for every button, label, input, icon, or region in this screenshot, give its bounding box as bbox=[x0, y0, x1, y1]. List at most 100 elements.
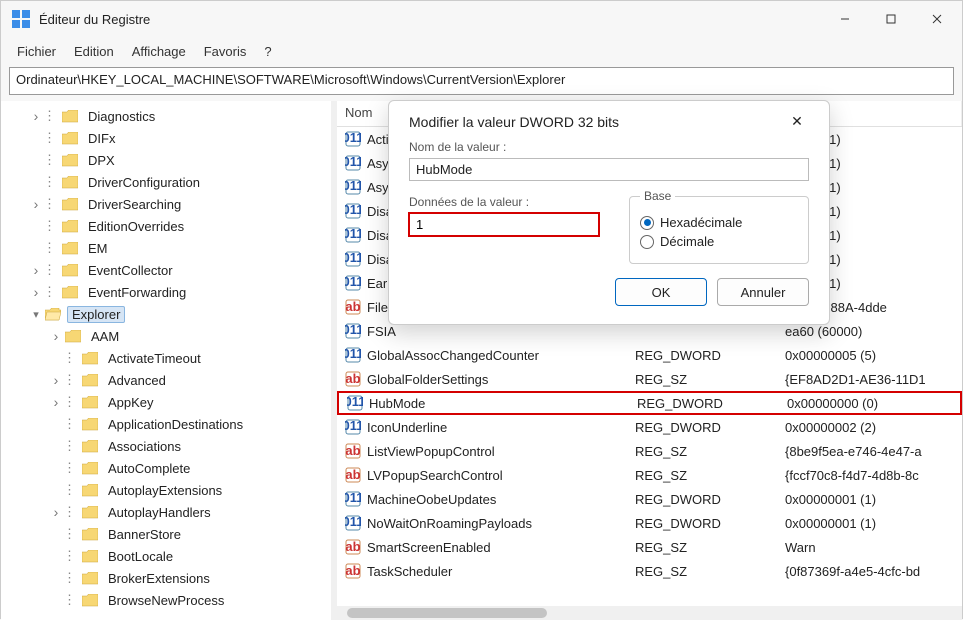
tree-item[interactable]: ⋮BannerStore bbox=[1, 523, 328, 545]
chevron-icon[interactable] bbox=[49, 394, 63, 410]
tree-item[interactable]: ⋮Associations bbox=[1, 435, 328, 457]
tree-connector-icon: ⋮ bbox=[63, 548, 76, 564]
svg-text:011: 011 bbox=[345, 275, 361, 289]
tree-connector-icon: ⋮ bbox=[43, 196, 56, 212]
tree-item[interactable]: ⋮ActivateTimeout bbox=[1, 347, 328, 369]
menu-view[interactable]: Affichage bbox=[132, 44, 186, 59]
cell-name: abGlobalFolderSettings bbox=[337, 369, 627, 389]
tree-item[interactable]: ⋮BrokerExtensions bbox=[1, 567, 328, 589]
list-row[interactable]: abListViewPopupControlREG_SZ{8be9f5ea-e7… bbox=[337, 439, 962, 463]
svg-text:ab: ab bbox=[345, 443, 360, 458]
tree-item[interactable]: ⋮EM bbox=[1, 237, 328, 259]
base-fieldset: Base Hexadécimale Décimale bbox=[629, 189, 809, 264]
value-data-input[interactable] bbox=[409, 213, 599, 236]
tree-connector-icon: ⋮ bbox=[43, 284, 56, 300]
tree-item[interactable]: ⋮AppKey bbox=[1, 391, 328, 413]
dialog-close-button[interactable]: ✕ bbox=[785, 113, 809, 130]
tree-item[interactable]: ⋮DIFx bbox=[1, 127, 328, 149]
tree-item-label: AutoComplete bbox=[104, 461, 194, 476]
chevron-icon[interactable] bbox=[29, 284, 43, 300]
tree-item-label: EventForwarding bbox=[84, 285, 190, 300]
chevron-icon[interactable] bbox=[29, 308, 43, 321]
ok-button[interactable]: OK bbox=[615, 278, 707, 306]
name-field: HubMode bbox=[409, 158, 809, 181]
minimize-button[interactable] bbox=[822, 1, 868, 37]
cell-type: REG_SZ bbox=[627, 538, 777, 557]
chevron-icon[interactable] bbox=[29, 262, 43, 278]
tree-item[interactable]: ⋮AutoplayExtensions bbox=[1, 479, 328, 501]
list-row[interactable]: abTaskSchedulerREG_SZ{0f87369f-a4e5-4cfc… bbox=[337, 559, 962, 583]
tree-item[interactable]: Explorer bbox=[1, 303, 328, 325]
tree-item[interactable]: ⋮DriverConfiguration bbox=[1, 171, 328, 193]
cell-type: REG_DWORD bbox=[629, 394, 779, 413]
tree-item[interactable]: AAM bbox=[1, 325, 328, 347]
tree-item[interactable]: ⋮ AutoComplete bbox=[1, 457, 328, 479]
maximize-button[interactable] bbox=[868, 1, 914, 37]
chevron-icon[interactable] bbox=[29, 108, 43, 124]
close-button[interactable] bbox=[914, 1, 960, 37]
tree-item[interactable]: ⋮EditionOverrides bbox=[1, 215, 328, 237]
list-row[interactable]: abLVPopupSearchControlREG_SZ{fccf70c8-f4… bbox=[337, 463, 962, 487]
tree-item-label: Explorer bbox=[67, 306, 125, 323]
cell-type: REG_DWORD bbox=[627, 490, 777, 509]
data-label: Données de la valeur : bbox=[409, 195, 599, 209]
list-row[interactable]: 011MachineOobeUpdatesREG_DWORD0x00000001… bbox=[337, 487, 962, 511]
tree-item[interactable]: ⋮AutoplayHandlers bbox=[1, 501, 328, 523]
radio-hex[interactable]: Hexadécimale bbox=[640, 215, 798, 230]
svg-text:011: 011 bbox=[345, 347, 361, 361]
svg-text:011: 011 bbox=[345, 179, 361, 193]
cell-data: {0f87369f-a4e5-4cfc-bd bbox=[777, 562, 962, 581]
svg-text:ab: ab bbox=[345, 563, 360, 578]
list-row[interactable]: abSmartScreenEnabledREG_SZWarn bbox=[337, 535, 962, 559]
horizontal-scrollbar[interactable] bbox=[337, 606, 962, 620]
tree-item-label: BootLocale bbox=[104, 549, 177, 564]
tree-item[interactable]: ⋮BrowseNewProcess bbox=[1, 589, 328, 611]
cell-data: 0x00000001 (1) bbox=[777, 514, 962, 533]
chevron-icon[interactable] bbox=[49, 504, 63, 520]
radio-dec[interactable]: Décimale bbox=[640, 234, 798, 249]
tree-item[interactable]: ⋮Advanced bbox=[1, 369, 328, 391]
cell-type: REG_SZ bbox=[627, 442, 777, 461]
list-row[interactable]: abGlobalFolderSettingsREG_SZ{EF8AD2D1-AE… bbox=[337, 367, 962, 391]
list-row[interactable]: 011HubModeREG_DWORD0x00000000 (0) bbox=[337, 391, 962, 415]
list-row[interactable]: 011IconUnderlineREG_DWORD0x00000002 (2) bbox=[337, 415, 962, 439]
list-row[interactable]: 011GlobalAssocChangedCounterREG_DWORD0x0… bbox=[337, 343, 962, 367]
tree-connector-icon: ⋮ bbox=[63, 350, 76, 366]
tree-item-label: AutoplayExtensions bbox=[104, 483, 226, 498]
tree-item[interactable]: ⋮Diagnostics bbox=[1, 105, 328, 127]
chevron-icon[interactable] bbox=[29, 196, 43, 212]
cell-name: abTaskScheduler bbox=[337, 561, 627, 581]
tree-item[interactable]: ⋮DriverSearching bbox=[1, 193, 328, 215]
cell-data: {EF8AD2D1-AE36-11D1 bbox=[777, 370, 962, 389]
tree-connector-icon: ⋮ bbox=[43, 152, 56, 168]
address-bar[interactable]: Ordinateur\HKEY_LOCAL_MACHINE\SOFTWARE\M… bbox=[9, 67, 954, 95]
tree-connector-icon: ⋮ bbox=[43, 130, 56, 146]
svg-text:011: 011 bbox=[345, 131, 361, 145]
tree-item-label: BrowseNewProcess bbox=[104, 593, 228, 608]
menu-edit[interactable]: Edition bbox=[74, 44, 114, 59]
menu-favorites[interactable]: Favoris bbox=[204, 44, 247, 59]
app-icon bbox=[11, 9, 31, 29]
tree-item[interactable]: ⋮ BootLocale bbox=[1, 545, 328, 567]
tree-item[interactable]: ⋮EventCollector bbox=[1, 259, 328, 281]
tree-connector-icon: ⋮ bbox=[63, 504, 76, 520]
list-row[interactable]: 011NoWaitOnRoamingPayloadsREG_DWORD0x000… bbox=[337, 511, 962, 535]
tree-item-label: BannerStore bbox=[104, 527, 185, 542]
cancel-button[interactable]: Annuler bbox=[717, 278, 809, 306]
chevron-icon[interactable] bbox=[49, 372, 63, 388]
tree-connector-icon: ⋮ bbox=[63, 394, 76, 410]
tree-view[interactable]: ⋮Diagnostics⋮DIFx⋮DPX⋮DriverConfiguratio… bbox=[1, 101, 331, 620]
menu-help[interactable]: ? bbox=[264, 44, 271, 59]
tree-item[interactable]: ⋮ApplicationDestinations bbox=[1, 413, 328, 435]
tree-item[interactable]: ⋮DPX bbox=[1, 149, 328, 171]
cell-type: REG_SZ bbox=[627, 370, 777, 389]
tree-connector-icon: ⋮ bbox=[43, 174, 56, 190]
menu-file[interactable]: Fichier bbox=[17, 44, 56, 59]
tree-item-label: EditionOverrides bbox=[84, 219, 188, 234]
tree-connector-icon: ⋮ bbox=[63, 460, 76, 476]
svg-text:011: 011 bbox=[345, 323, 361, 337]
cell-name: 011IconUnderline bbox=[337, 417, 627, 437]
tree-item[interactable]: ⋮ EventForwarding bbox=[1, 281, 328, 303]
chevron-icon[interactable] bbox=[49, 328, 63, 344]
tree-item-label: AAM bbox=[87, 329, 123, 344]
